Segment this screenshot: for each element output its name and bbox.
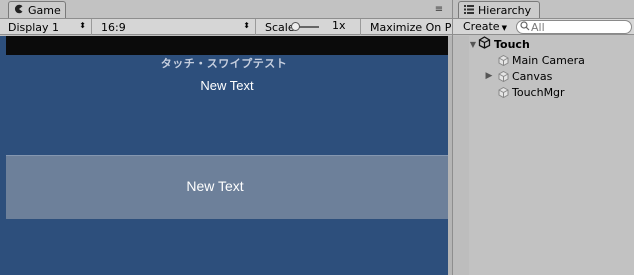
chevron-down-icon: ▼ (501, 24, 507, 32)
create-label: Create (463, 20, 500, 33)
panel-menu-icon[interactable]: ≡ (430, 3, 448, 17)
search-placeholder: All (531, 20, 545, 34)
hierarchy-item-touchmgr[interactable]: TouchMgr (453, 84, 634, 100)
search-icon (520, 20, 530, 34)
hierarchy-item-label: Canvas (512, 69, 553, 83)
gameobject-cube-icon (498, 86, 509, 98)
scale-control: Scale 1x (257, 19, 361, 35)
hierarchy-item-label: TouchMgr (512, 85, 565, 99)
scene-name: Touch (494, 37, 530, 51)
game-toolbar: Display 1 ⬍ 16:9 ⬍ Scale 1x Maximize On … (0, 18, 452, 35)
hierarchy-toolbar: Create ▼ All (453, 18, 634, 35)
hierarchy-item-canvas[interactable]: ▶ Canvas (453, 68, 634, 84)
display-dropdown[interactable]: Display 1 ⬍ (0, 19, 92, 35)
hierarchy-tab[interactable]: Hierarchy (458, 1, 540, 19)
aspect-value: 16:9 (101, 20, 126, 34)
game-view[interactable]: タッチ・スワイプテスト New Text New Text (0, 36, 448, 275)
scene-row[interactable]: ▼ Touch (453, 36, 634, 52)
maximize-label: Maximize On Pl (370, 20, 452, 34)
maximize-on-play-toggle[interactable]: Maximize On Pl (362, 19, 452, 35)
create-dropdown[interactable]: Create ▼ (460, 20, 507, 34)
hierarchy-panel: Hierarchy Create ▼ All ▼ Touch Main Camer… (452, 0, 634, 275)
scale-value: 1x (332, 19, 346, 32)
dropdown-arrows-icon: ⬍ (79, 21, 86, 30)
dropdown-arrows-icon: ⬍ (243, 21, 250, 30)
view-left-edge (0, 36, 6, 275)
hierarchy-tab-label: Hierarchy (478, 4, 532, 17)
game-screen: タッチ・スワイプテスト New Text New Text (0, 55, 448, 275)
hierarchy-item-label: Main Camera (512, 53, 585, 67)
scale-slider-handle[interactable] (291, 22, 300, 31)
display-value: Display 1 (8, 20, 60, 34)
gameobject-cube-icon (498, 54, 509, 66)
hierarchy-tree: ▼ Touch Main Camera ▶ Canvas TouchMgr (453, 36, 634, 275)
search-field[interactable]: All (516, 20, 632, 34)
expand-right-icon[interactable]: ▶ (484, 71, 494, 81)
list-icon (464, 4, 474, 17)
expand-down-icon[interactable]: ▼ (468, 40, 478, 49)
unity-scene-icon (478, 36, 491, 52)
title-text: タッチ・スワイプテスト (160, 57, 288, 70)
game-tab-label: Game (28, 4, 61, 17)
gameobject-cube-icon (498, 70, 509, 82)
new-text-label-2: New Text (186, 178, 244, 194)
pacman-game-icon (14, 4, 24, 17)
new-text-label-1: New Text (200, 78, 254, 93)
aspect-dropdown[interactable]: 16:9 ⬍ (93, 19, 256, 35)
hierarchy-item-main-camera[interactable]: Main Camera (453, 52, 634, 68)
swipe-panel: New Text (6, 155, 448, 219)
game-tab[interactable]: Game (8, 1, 66, 19)
game-panel: Game ≡ Display 1 ⬍ 16:9 ⬍ Scale 1x Maxim… (0, 0, 452, 275)
